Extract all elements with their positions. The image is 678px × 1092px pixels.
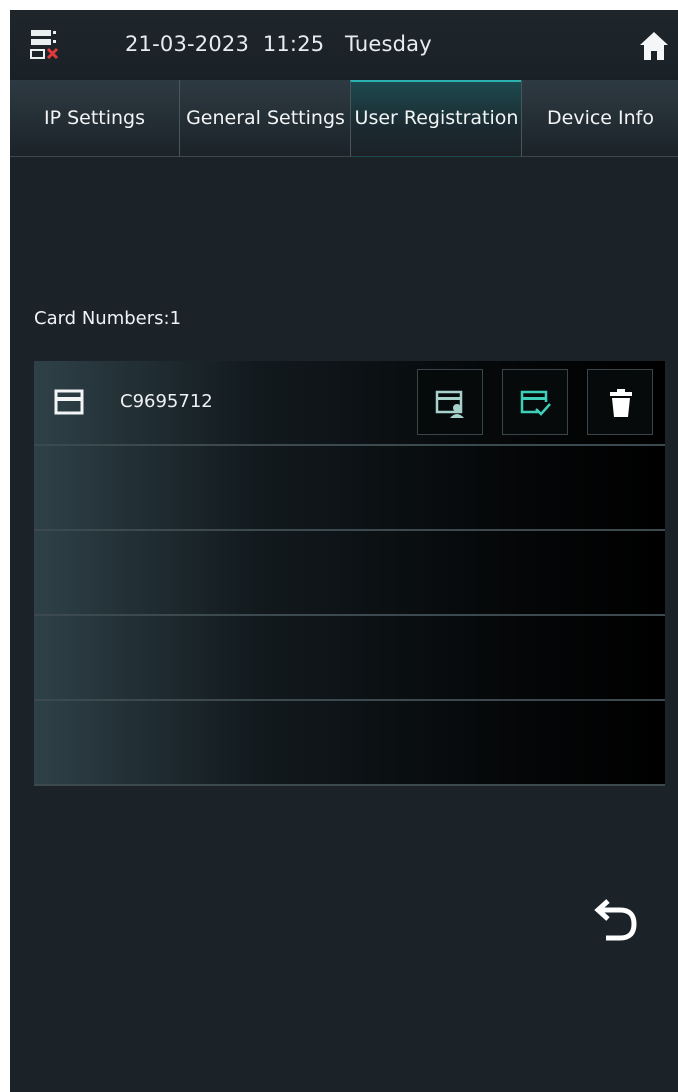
- tab-device-info[interactable]: Device Info: [521, 80, 678, 157]
- trash-icon: [610, 389, 632, 417]
- settings-tabs: IP Settings General Settings User Regist…: [10, 80, 678, 158]
- card-list: C9695712: [34, 361, 665, 786]
- edit-user-card-icon: [435, 390, 464, 418]
- network-disconnected-icon: [30, 30, 59, 60]
- list-item[interactable]: [34, 701, 665, 786]
- back-arrow-icon[interactable]: [594, 897, 640, 943]
- confirm-card-icon: [520, 390, 551, 416]
- status-bar: 21-03-2023 11:25 Tuesday: [10, 10, 678, 80]
- list-item[interactable]: C9695712: [34, 361, 665, 446]
- edit-user-card-button[interactable]: [417, 369, 483, 435]
- weekday-text: Tuesday: [344, 32, 432, 56]
- date-text: 21-03-2023: [125, 32, 250, 56]
- home-icon[interactable]: [638, 30, 670, 62]
- tab-user-registration[interactable]: User Registration: [350, 80, 522, 157]
- tab-general-settings[interactable]: General Settings: [179, 80, 351, 157]
- list-item[interactable]: [34, 446, 665, 531]
- date-time: 21-03-2023 11:25 Tuesday: [125, 32, 432, 56]
- card-count-label: Card Numbers:1: [34, 308, 182, 329]
- card-icon: [54, 389, 84, 415]
- confirm-card-button[interactable]: [502, 369, 568, 435]
- list-item[interactable]: [34, 531, 665, 616]
- time-text: 11:25: [262, 32, 325, 56]
- tab-ip-settings[interactable]: IP Settings: [10, 80, 179, 157]
- device-screen: 21-03-2023 11:25 Tuesday IP Settings Gen…: [10, 10, 678, 1092]
- delete-card-button[interactable]: [587, 369, 653, 435]
- list-item[interactable]: [34, 616, 665, 701]
- card-number: C9695712: [120, 391, 213, 412]
